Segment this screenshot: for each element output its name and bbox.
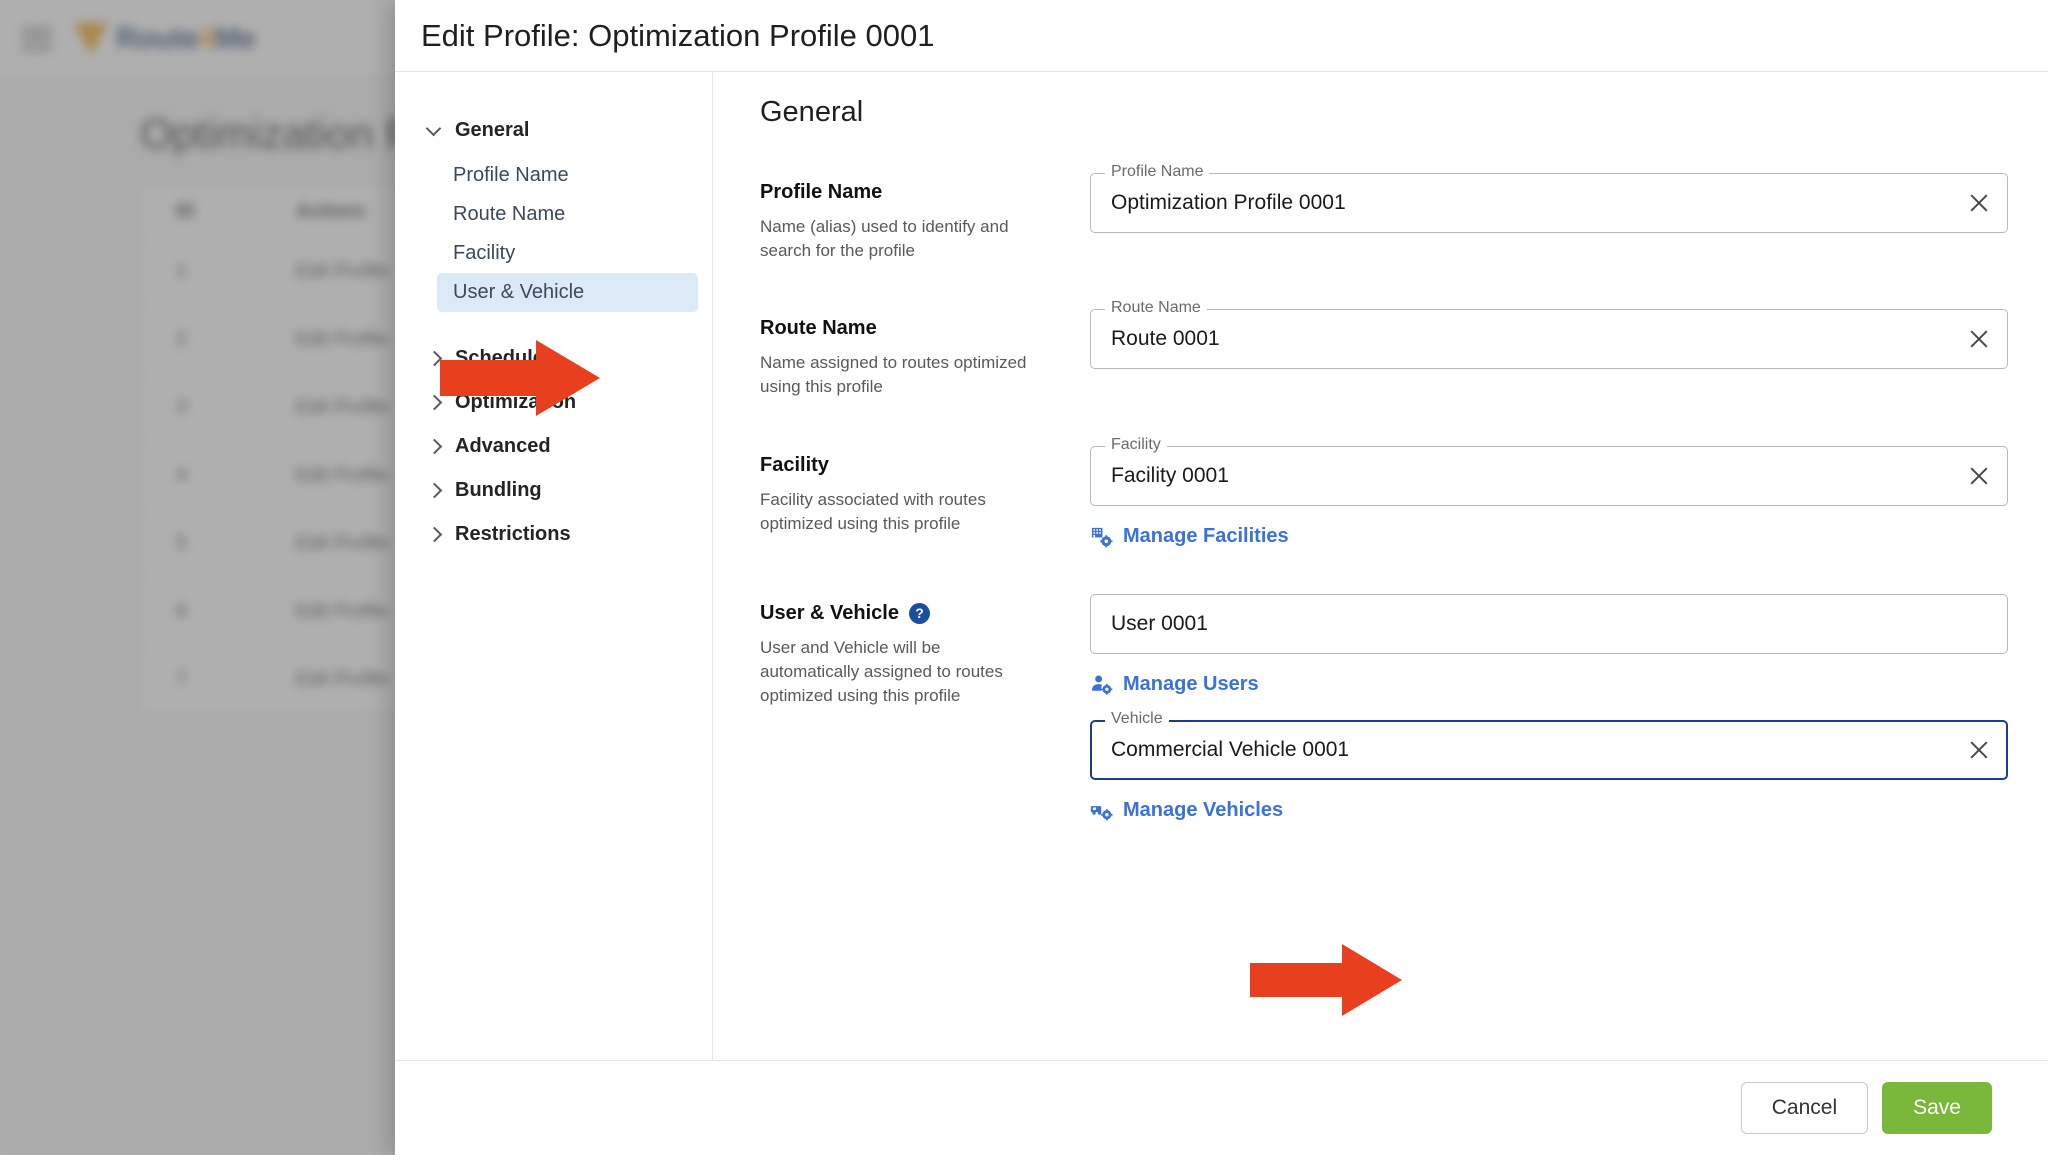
chevron-right-icon [427,439,441,453]
manage-users-link[interactable]: Manage Users [1090,673,1259,696]
nav-item-route-name[interactable]: Route Name [437,195,698,234]
profile-name-input-wrapper[interactable]: Profile Name Optimization Profile 0001 [1090,163,2008,233]
field-help-text: Name (alias) used to identify and search… [760,217,1009,261]
field-description: Route Name Name assigned to routes optim… [760,309,1060,399]
facility-input-wrapper[interactable]: Facility Facility 0001 [1090,435,2008,506]
facility-input-value[interactable]: Facility 0001 [1111,446,1952,506]
clear-icon[interactable] [1966,737,1992,763]
manage-users-label: Manage Users [1123,672,1259,695]
field-control: Facility Facility 0001 Manage Facilities [1060,435,2008,548]
manage-facilities-link[interactable]: Manage Facilities [1090,525,1289,548]
nav-group-advanced[interactable]: Advanced [395,424,712,468]
nav-item-user-vehicle[interactable]: User & Vehicle [437,273,698,312]
chevron-right-icon [427,351,441,365]
field-help-text: Facility associated with routes optimize… [760,489,986,533]
field-heading-text: Facility [760,453,829,476]
chevron-right-icon [427,483,441,497]
nav-item-profile-name[interactable]: Profile Name [437,156,698,195]
field-heading: Profile Name [760,181,1060,204]
field-heading-text: User & Vehicle [760,601,899,624]
nav-group-label: Bundling [455,478,542,501]
nav-group-general[interactable]: General [395,108,712,152]
modal-title: Edit Profile: Optimization Profile 0001 [421,17,935,53]
nav-group-bundling[interactable]: Bundling [395,468,712,512]
field-heading: Route Name [760,317,1060,340]
nav-item-facility[interactable]: Facility [437,234,698,273]
save-button[interactable]: Save [1882,1082,1992,1134]
chevron-right-icon [427,527,441,541]
field-heading-text: Profile Name [760,181,883,203]
user-gear-icon [1090,673,1113,696]
modal-nav-sidebar: General Profile Name Route Name Facility… [395,72,713,1060]
vehicle-gear-icon [1090,799,1113,822]
field-profile-name: Profile Name Name (alias) used to identi… [760,163,2008,263]
user-input-wrapper[interactable]: User 0001 [1090,593,2008,654]
edit-profile-modal: Edit Profile: Optimization Profile 0001 … [395,0,2048,1155]
content-heading: General [760,96,864,128]
field-user-vehicle: User & Vehicle ? User and Vehicle will b… [760,593,2008,822]
route-name-input-value[interactable]: Route 0001 [1111,309,1952,369]
modal-header: Edit Profile: Optimization Profile 0001 [395,0,2048,72]
vehicle-input-wrapper[interactable]: Vehicle Commercial Vehicle 0001 [1090,709,2008,780]
field-control: Profile Name Optimization Profile 0001 [1060,163,2008,263]
route-name-input-wrapper[interactable]: Route Name Route 0001 [1090,299,2008,370]
nav-group-label: Advanced [455,434,551,457]
vehicle-input-value[interactable]: Commercial Vehicle 0001 [1111,720,1952,780]
manage-vehicles-link[interactable]: Manage Vehicles [1090,799,1283,822]
field-description: Facility Facility associated with routes… [760,446,1060,548]
cancel-button[interactable]: Cancel [1740,1082,1869,1134]
manage-vehicles-label: Manage Vehicles [1123,798,1284,821]
nav-subitems-general: Profile Name Route Name Facility User & … [395,156,712,312]
field-heading: Facility [760,454,1060,477]
profile-name-input-value[interactable]: Optimization Profile 0001 [1111,173,1952,233]
field-control: Route Name Route 0001 [1060,299,2008,399]
nav-group-label: General [455,118,530,141]
field-help-text: User and Vehicle will be automatically a… [760,637,1003,705]
clear-icon[interactable] [1966,326,1992,352]
field-heading-text: Route Name [760,317,877,340]
manage-facilities-label: Manage Facilities [1123,524,1289,547]
field-description: Profile Name Name (alias) used to identi… [760,173,1060,263]
arrow-user-vehicle-nav [440,340,600,416]
field-description: User & Vehicle ? User and Vehicle will b… [760,594,1060,822]
help-icon[interactable]: ? [908,602,930,624]
nav-group-label: Restrictions [455,522,571,545]
clear-icon[interactable] [1966,463,1992,489]
building-gear-icon [1090,525,1113,548]
modal-content: General Profile Name Name (alias) used t… [713,72,2048,1060]
field-route-name: Route Name Name assigned to routes optim… [760,299,2008,399]
chevron-down-icon [427,123,441,137]
nav-group-restrictions[interactable]: Restrictions [395,512,712,556]
modal-body: General Profile Name Route Name Facility… [395,72,2048,1060]
field-help-text: Name assigned to routes optimized using … [760,353,1027,397]
arrow-vehicle-field [1250,944,1402,1016]
field-control: User 0001 Manage Users Vehicle Commercia… [1060,593,2008,822]
user-input-value[interactable]: User 0001 [1111,594,1952,654]
field-facility: Facility Facility associated with routes… [760,435,2008,548]
modal-footer: Cancel Save [395,1060,2048,1155]
chevron-right-icon [427,395,441,409]
clear-icon[interactable] [1966,190,1992,216]
field-heading: User & Vehicle ? [760,602,1060,625]
